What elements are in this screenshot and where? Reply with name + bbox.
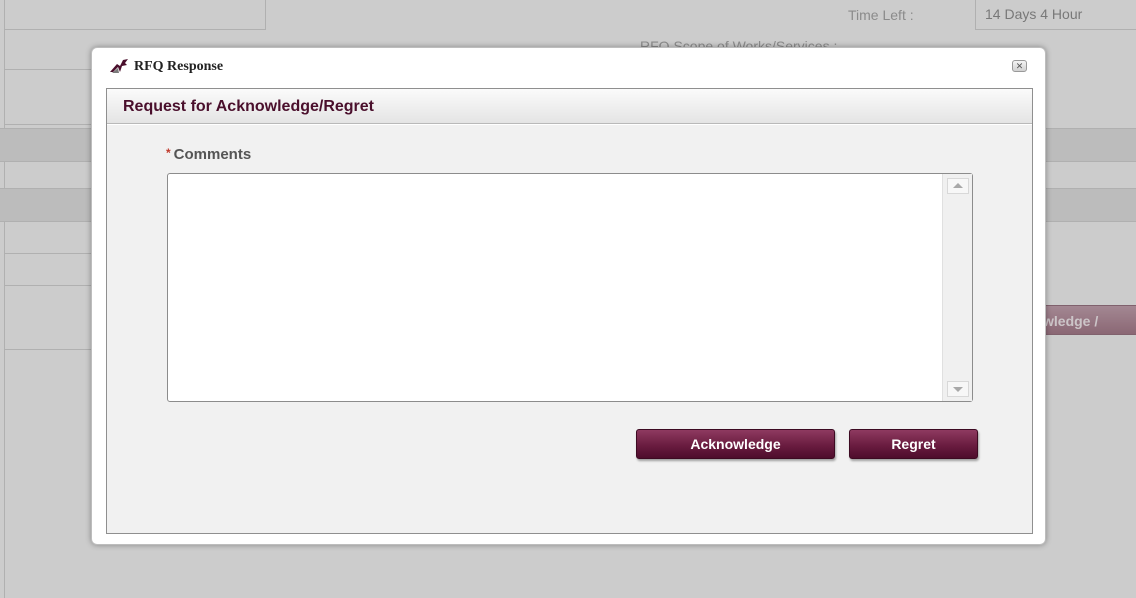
close-icon[interactable]: ✕ bbox=[1012, 60, 1027, 72]
oryx-logo-icon bbox=[110, 59, 128, 73]
scroll-up-button[interactable] bbox=[947, 178, 969, 194]
regret-button[interactable]: Regret bbox=[849, 429, 978, 459]
scroll-down-button[interactable] bbox=[947, 381, 969, 397]
comments-textarea[interactable] bbox=[168, 174, 940, 401]
panel-title: Request for Acknowledge/Regret bbox=[123, 98, 375, 115]
panel-header: Request for Acknowledge/Regret bbox=[107, 89, 1032, 124]
arrow-up-icon bbox=[953, 183, 963, 188]
acknowledge-regret-panel: Request for Acknowledge/Regret * Comments… bbox=[106, 88, 1033, 534]
dialog-titlebar[interactable]: RFQ Response ✕ bbox=[92, 48, 1045, 84]
comments-scrollbar[interactable] bbox=[942, 174, 972, 401]
comments-field bbox=[167, 173, 973, 402]
arrow-down-icon bbox=[953, 387, 963, 392]
comments-label: * Comments bbox=[166, 146, 251, 163]
rfq-response-dialog: RFQ Response ✕ Request for Acknowledge/R… bbox=[91, 47, 1046, 545]
required-asterisk: * bbox=[166, 146, 171, 160]
dialog-title: RFQ Response bbox=[134, 59, 224, 74]
comments-label-text: Comments bbox=[173, 146, 252, 163]
acknowledge-button[interactable]: Acknowledge bbox=[636, 429, 835, 459]
